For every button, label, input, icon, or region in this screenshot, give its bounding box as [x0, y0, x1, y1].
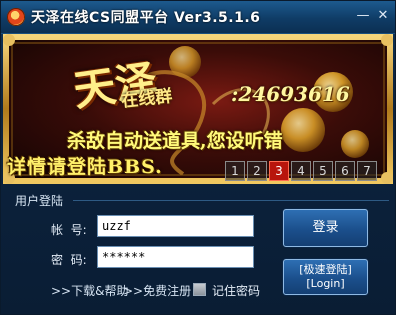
app-logo-icon	[7, 8, 25, 26]
banner-page-3[interactable]: 3	[269, 161, 289, 181]
free-register-link[interactable]: >>免费注册	[123, 282, 191, 299]
banner-ad-line1: 杀敌自动送道具,您设听错	[67, 130, 283, 152]
password-field[interactable]: ******	[97, 246, 254, 268]
minimize-button[interactable]: —	[356, 9, 370, 23]
banner-group-text: 在线群	[120, 86, 174, 112]
close-button[interactable]: ✕	[376, 9, 390, 23]
download-help-link[interactable]: >>下载&帮助	[51, 282, 128, 299]
quick-login-button[interactable]: [极速登陆] [Login]	[283, 259, 368, 295]
quick-login-sublabel: [Login]	[306, 277, 345, 290]
banner-qq-number: :24693616	[231, 82, 350, 106]
remember-password-checkbox[interactable]	[193, 283, 206, 296]
account-field[interactable]: uzzf	[97, 215, 254, 237]
remember-password-label: 记住密码	[212, 284, 261, 298]
login-button[interactable]: 登录	[283, 209, 368, 247]
account-label: 帐 号:	[51, 223, 87, 237]
password-label: 密 码:	[51, 253, 87, 267]
window-title: 天泽在线CS同盟平台 Ver3.5.1.6	[31, 10, 261, 26]
quick-login-label: [极速登陆]	[299, 263, 352, 276]
advert-banner[interactable]: 天泽 在线群 :24693616 杀敌自动送道具,您设听错 详情请登陆BBS. …	[3, 34, 393, 184]
banner-page-7[interactable]: 7	[357, 161, 377, 181]
login-group-divider	[73, 200, 389, 201]
login-group-label: 用户登陆	[15, 194, 64, 208]
banner-page-5[interactable]: 5	[313, 161, 333, 181]
banner-pager: 1 2 3 4 5 6 7	[225, 161, 379, 181]
app-window: 天泽在线CS同盟平台 Ver3.5.1.6 — ✕ 天泽 在线群:246936…	[0, 0, 396, 315]
banner-ad-line2: 详情请登陆BBS.	[7, 156, 163, 178]
banner-page-2[interactable]: 2	[247, 161, 267, 181]
title-bar[interactable]: 天泽在线CS同盟平台 Ver3.5.1.6 — ✕	[1, 1, 395, 34]
banner-page-1[interactable]: 1	[225, 161, 245, 181]
banner-page-6[interactable]: 6	[335, 161, 355, 181]
banner-page-4[interactable]: 4	[291, 161, 311, 181]
